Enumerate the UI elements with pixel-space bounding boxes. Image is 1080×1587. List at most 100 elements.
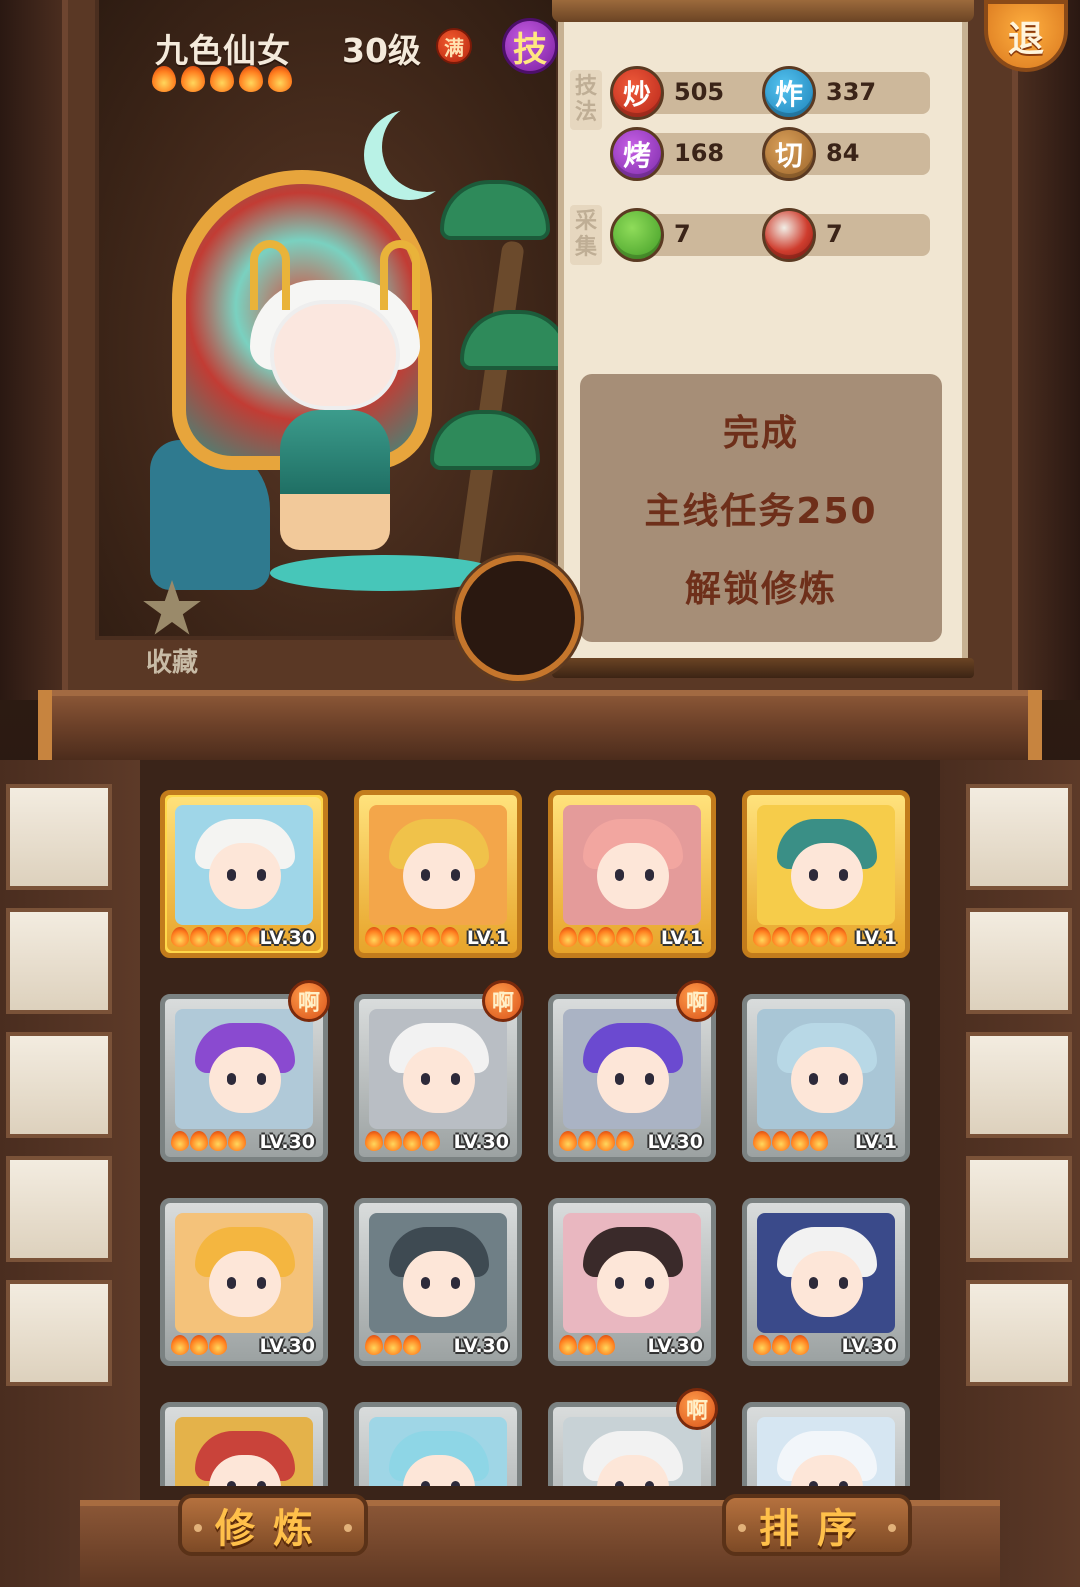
card-star-rating xyxy=(171,1131,246,1151)
flame-star-icon xyxy=(753,1335,771,1355)
flame-star-icon xyxy=(365,1335,383,1355)
character-portrait xyxy=(757,1417,895,1486)
character-portrait xyxy=(563,1009,701,1129)
character-card[interactable]: LV.1 xyxy=(742,790,910,958)
favorite-button[interactable]: 收藏 xyxy=(132,580,212,679)
card-level: LV.30 xyxy=(453,1131,509,1153)
scroll-rod-bottom xyxy=(552,658,974,678)
meat-icon xyxy=(762,208,816,262)
flame-star-icon xyxy=(403,1131,421,1151)
skill-button[interactable]: 技 xyxy=(502,18,558,74)
flame-star-icon xyxy=(829,927,847,947)
flame-star-icon xyxy=(422,927,440,947)
character-card[interactable]: LV.30 xyxy=(742,1198,910,1366)
card-level: LV.30 xyxy=(453,1335,509,1357)
hero-star-rating xyxy=(152,66,292,92)
stat-deep-fry: 炸 337 xyxy=(762,66,930,120)
character-card[interactable]: LV.1 xyxy=(548,790,716,958)
flame-star-icon xyxy=(810,1131,828,1151)
flame-star-icon xyxy=(268,66,292,92)
unlock-line-1: 完成 xyxy=(722,413,799,454)
gather-section-label: 采集 xyxy=(570,205,602,265)
card-level: LV.30 xyxy=(259,927,315,949)
unlock-line-3: 解锁修炼 xyxy=(684,569,837,610)
character-card[interactable] xyxy=(160,1402,328,1486)
stat-roast: 烤 168 xyxy=(610,127,778,181)
flame-star-icon xyxy=(597,1131,615,1151)
notification-badge: 啊 xyxy=(482,980,524,1022)
notification-badge: 啊 xyxy=(676,1388,718,1430)
flame-star-icon xyxy=(171,1335,189,1355)
sort-button[interactable]: 排序 xyxy=(722,1494,912,1556)
character-card[interactable]: LV.30 xyxy=(548,1198,716,1366)
card-star-rating xyxy=(753,1131,828,1151)
flame-star-icon xyxy=(578,1131,596,1151)
flame-star-icon xyxy=(578,927,596,947)
flame-star-icon xyxy=(597,1335,615,1355)
character-roster-grid: LV.30 LV.1 LV.1 LV.1 LV.30 啊 LV.30 啊 LV.30 啊 LV.1 L… xyxy=(160,776,920,1486)
flame-star-icon xyxy=(753,1131,771,1151)
card-star-rating xyxy=(559,1131,634,1151)
character-card[interactable]: LV.1 xyxy=(354,790,522,958)
card-level: LV.30 xyxy=(259,1131,315,1153)
flame-star-icon xyxy=(441,927,459,947)
flame-star-icon xyxy=(772,927,790,947)
flame-star-icon xyxy=(210,66,234,92)
character-card[interactable] xyxy=(742,1402,910,1486)
flame-star-icon xyxy=(810,927,828,947)
stat-value: 7 xyxy=(674,220,691,248)
flame-star-icon xyxy=(772,1335,790,1355)
flame-star-icon xyxy=(171,927,189,947)
stat-value: 505 xyxy=(674,78,725,106)
wall-right xyxy=(1018,0,1080,700)
card-star-rating xyxy=(559,927,653,947)
card-level: LV.30 xyxy=(647,1335,703,1357)
side-panel-right xyxy=(940,760,1080,1587)
character-card[interactable]: LV.30 xyxy=(354,1198,522,1366)
card-star-rating xyxy=(365,927,459,947)
character-portrait xyxy=(369,1213,507,1333)
character-card[interactable]: LV.30 xyxy=(160,1198,328,1366)
flame-star-icon xyxy=(616,927,634,947)
character-portrait xyxy=(757,805,895,925)
card-level: LV.30 xyxy=(259,1335,315,1357)
flame-star-icon xyxy=(791,927,809,947)
flame-star-icon xyxy=(559,927,577,947)
character-portrait xyxy=(757,1009,895,1129)
roast-icon: 烤 xyxy=(610,127,664,181)
flame-star-icon xyxy=(635,927,653,947)
cultivate-button[interactable]: 修炼 xyxy=(178,1494,368,1556)
character-card[interactable] xyxy=(354,1402,522,1486)
character-card[interactable]: LV.30 xyxy=(160,790,328,958)
card-star-rating xyxy=(365,1335,421,1355)
scroll-rod-top xyxy=(552,0,974,22)
flame-star-icon xyxy=(228,927,246,947)
character-card[interactable]: LV.1 xyxy=(742,994,910,1162)
character-portrait xyxy=(757,1213,895,1333)
stat-value: 168 xyxy=(674,139,725,167)
wall-left xyxy=(0,0,62,700)
flame-star-icon xyxy=(772,1131,790,1151)
flame-star-icon xyxy=(578,1335,596,1355)
flame-star-icon xyxy=(403,1335,421,1355)
avatar-slot[interactable] xyxy=(455,555,581,681)
character-portrait xyxy=(369,805,507,925)
flame-star-icon xyxy=(209,1335,227,1355)
flame-star-icon xyxy=(190,927,208,947)
fairy-character xyxy=(240,240,430,560)
max-level-badge: 满 xyxy=(436,28,472,64)
notification-badge: 啊 xyxy=(288,980,330,1022)
card-level: LV.30 xyxy=(647,1131,703,1153)
character-artwork xyxy=(150,100,570,600)
hero-detail-scene: 九色仙女 30级 满 技 收藏 技法 采集 炒 505 炸 337 烤 168 … xyxy=(0,0,1080,770)
flame-star-icon xyxy=(384,1335,402,1355)
flame-star-icon xyxy=(384,927,402,947)
stat-value: 337 xyxy=(826,78,877,106)
stat-meat: 7 xyxy=(762,208,930,262)
stir-fry-icon: 炒 xyxy=(610,66,664,120)
character-portrait xyxy=(563,805,701,925)
flame-star-icon xyxy=(616,1131,634,1151)
flame-star-icon xyxy=(791,1131,809,1151)
stat-value: 84 xyxy=(826,139,860,167)
character-portrait xyxy=(175,1417,313,1486)
